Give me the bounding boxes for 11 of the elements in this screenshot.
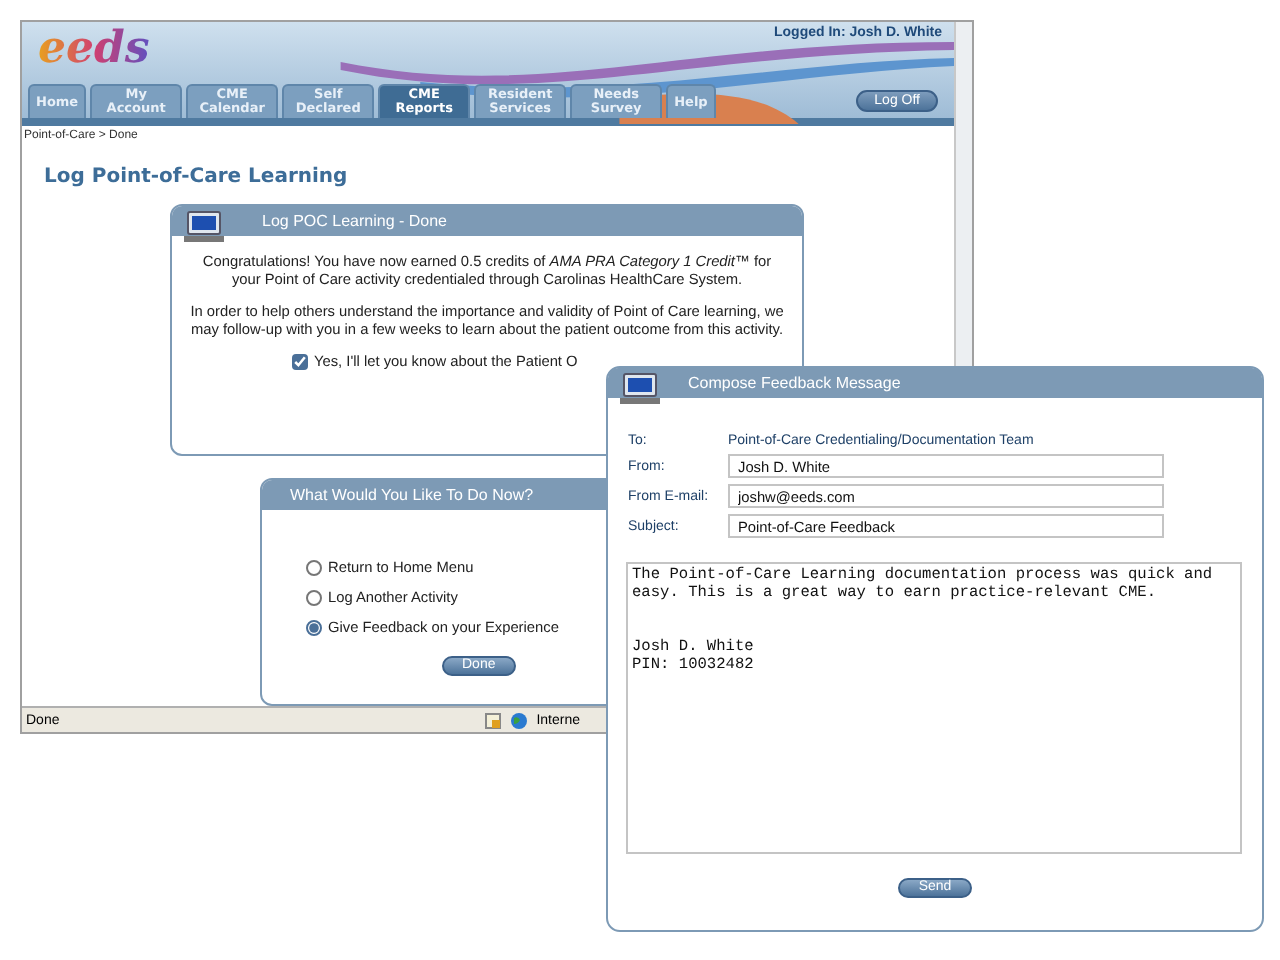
computer-icon	[620, 372, 660, 406]
computer-icon	[184, 210, 224, 244]
panel-title: What Would You Like To Do Now?	[290, 486, 534, 504]
page-title: Log Point-of-Care Learning	[44, 166, 350, 188]
radio-button[interactable]	[306, 559, 322, 575]
globe-icon	[510, 711, 529, 729]
panel-title: Log POC Learning - Done	[262, 212, 447, 230]
checkbox[interactable]	[292, 353, 308, 369]
radio-button[interactable]	[306, 589, 322, 605]
dialog-title: Compose Feedback Message	[688, 374, 901, 392]
radio-button[interactable]	[306, 619, 322, 635]
